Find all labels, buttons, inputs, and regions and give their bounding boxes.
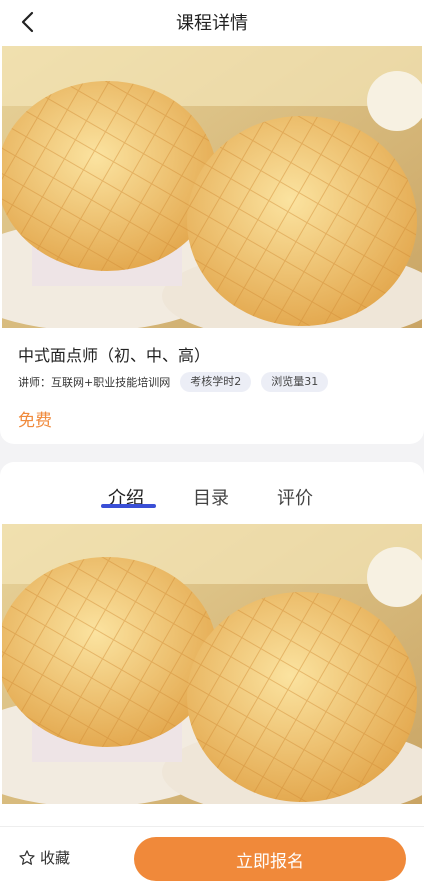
course-name: 中式面点师（初、中、高）	[18, 346, 211, 365]
enroll-button[interactable]: 立即报名	[134, 837, 406, 881]
course-detail-card: 介绍 目录 评价	[0, 462, 424, 826]
tab-reviews[interactable]: 评价	[277, 484, 313, 510]
star-outline-icon	[19, 849, 35, 865]
tab-catalog[interactable]: 目录	[193, 484, 229, 510]
back-button[interactable]	[14, 9, 40, 35]
course-meta: 讲师：互联网+职业技能培训网 考核学时2 浏览量31	[18, 372, 338, 392]
active-tab-indicator	[101, 504, 156, 508]
course-price: 免费	[18, 411, 52, 431]
favorite-label: 收藏	[40, 849, 71, 867]
hours-badge: 考核学时2	[180, 372, 252, 392]
intro-image	[2, 524, 422, 804]
course-info-card: 中式面点师（初、中、高） 讲师：互联网+职业技能培训网 考核学时2 浏览量31 …	[0, 44, 424, 444]
teacher-label: 讲师：互联网+职业技能培训网	[18, 376, 171, 389]
chevron-left-icon	[21, 11, 34, 33]
app-header: 课程详情	[0, 0, 424, 44]
views-badge: 浏览量31	[261, 372, 329, 392]
detail-tabs: 介绍 目录 评价	[0, 462, 424, 524]
course-cover-image	[2, 46, 422, 328]
favorite-button[interactable]: 收藏	[18, 847, 70, 868]
page-title: 课程详情	[176, 13, 248, 34]
bottom-action-bar: 收藏 立即报名	[0, 826, 424, 882]
